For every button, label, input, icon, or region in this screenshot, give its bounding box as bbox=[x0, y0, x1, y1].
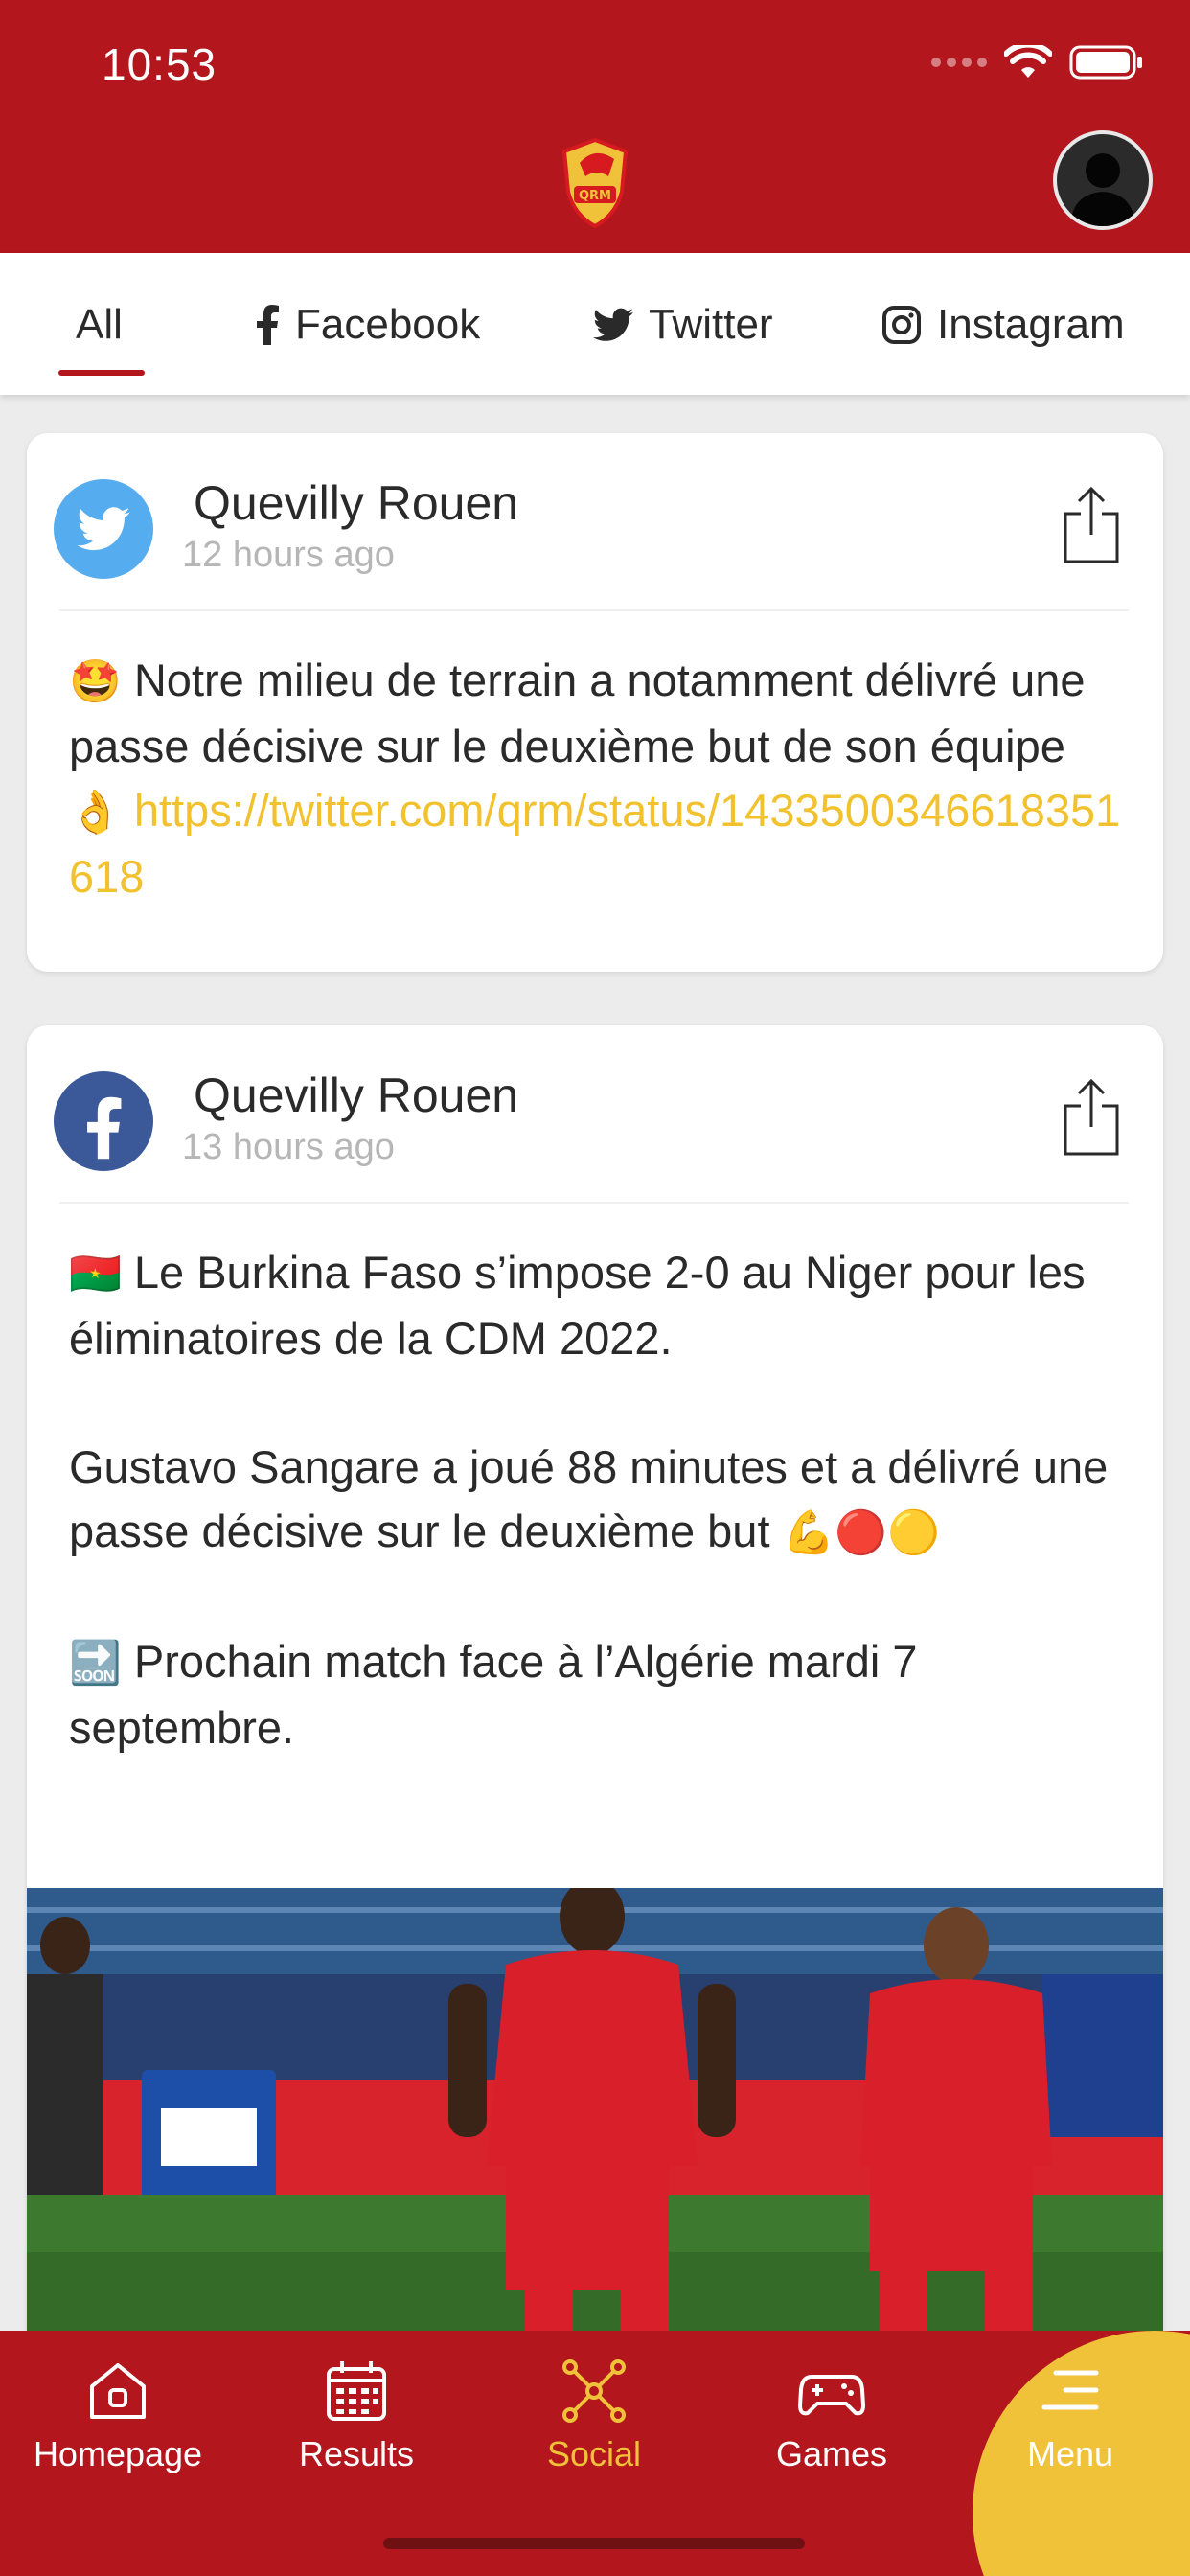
nav-games-label: Games bbox=[775, 2434, 888, 2473]
post-paragraph-2: Gustavo Sangare a joué 88 minutes et a d… bbox=[69, 1441, 1109, 1556]
status-time: 10:53 bbox=[102, 39, 217, 89]
nav-menu-label: Menu bbox=[1026, 2434, 1114, 2473]
nav-social[interactable]: Social bbox=[489, 2358, 699, 2474]
post-card-twitter[interactable]: Quevilly Rouen 12 hours ago 🤩 Notre mili… bbox=[27, 433, 1163, 972]
post-time: 12 hours ago bbox=[182, 535, 395, 575]
post-header: Quevilly Rouen 13 hours ago bbox=[27, 1025, 1163, 1204]
share-icon[interactable] bbox=[1062, 1077, 1121, 1158]
emoji-muscle-red-yellow: 💪🔴🟡 bbox=[782, 1509, 940, 1556]
post-header: Quevilly Rouen 12 hours ago bbox=[27, 433, 1163, 611]
instagram-icon bbox=[882, 306, 921, 344]
post-card-facebook[interactable]: Quevilly Rouen 13 hours ago 🇧🇫 Le Burkin… bbox=[27, 1025, 1163, 2367]
tab-instagram-label: Instagram bbox=[937, 301, 1125, 348]
emoji-flag-burkina-faso: 🇧🇫 bbox=[69, 1251, 122, 1298]
profile-avatar[interactable] bbox=[1053, 130, 1153, 230]
facebook-source-icon bbox=[54, 1071, 153, 1171]
wifi-icon bbox=[1004, 45, 1052, 78]
post-author: Quevilly Rouen bbox=[194, 476, 519, 530]
post-author: Quevilly Rouen bbox=[194, 1069, 519, 1122]
post-paragraph-3: Prochain match face à l’Algérie mardi 7 … bbox=[69, 1636, 918, 1753]
nav-homepage-label: Homepage bbox=[33, 2434, 203, 2473]
club-logo[interactable]: QRM bbox=[559, 134, 631, 230]
cellular-signal-icon bbox=[931, 58, 987, 67]
battery-icon bbox=[1069, 45, 1142, 80]
post-text: Notre milieu de terrain a notamment déli… bbox=[69, 655, 1086, 771]
twitter-icon bbox=[593, 308, 633, 341]
facebook-icon bbox=[257, 305, 279, 345]
nav-social-label: Social bbox=[546, 2434, 642, 2473]
football-players-photo bbox=[27, 1888, 1163, 2338]
tab-facebook[interactable]: Facebook bbox=[255, 301, 480, 349]
nav-menu[interactable]: Menu bbox=[965, 2358, 1176, 2474]
tab-all-label: All bbox=[76, 301, 123, 348]
tab-twitter[interactable]: Twitter bbox=[593, 301, 773, 349]
twitter-source-icon bbox=[54, 479, 153, 579]
tab-instagram[interactable]: Instagram bbox=[881, 301, 1125, 349]
emoji-star-struck: 🤩 bbox=[69, 658, 122, 705]
gamepad-icon bbox=[798, 2375, 865, 2416]
active-tab-indicator bbox=[58, 370, 145, 376]
svg-text:QRM: QRM bbox=[579, 189, 611, 203]
post-paragraph-1: Le Burkina Faso s’impose 2-0 au Niger po… bbox=[69, 1247, 1086, 1364]
home-indicator[interactable] bbox=[383, 2538, 805, 2549]
menu-icon bbox=[1041, 2370, 1099, 2410]
emoji-ok-hand: 👌 bbox=[69, 789, 122, 836]
nav-homepage[interactable]: Homepage bbox=[12, 2358, 223, 2474]
tab-twitter-label: Twitter bbox=[649, 301, 773, 348]
post-body: 🇧🇫 Le Burkina Faso s’impose 2-0 au Niger… bbox=[27, 1204, 1163, 1760]
tab-all[interactable]: All bbox=[76, 301, 123, 349]
nav-results[interactable]: Results bbox=[251, 2358, 462, 2474]
home-icon bbox=[90, 2363, 146, 2419]
app-header: 10:53 QRM bbox=[0, 0, 1190, 253]
nav-results-label: Results bbox=[298, 2434, 415, 2473]
post-divider bbox=[59, 1202, 1129, 1204]
post-photo[interactable] bbox=[27, 1888, 1163, 2338]
emoji-soon-arrow: 🔜 bbox=[69, 1640, 122, 1687]
social-filter-tabs: All Facebook Twitter Instagram bbox=[0, 253, 1190, 395]
social-network-icon bbox=[562, 2359, 626, 2423]
post-divider bbox=[59, 610, 1129, 611]
nav-games[interactable]: Games bbox=[726, 2358, 937, 2474]
status-icons bbox=[931, 44, 1144, 80]
calendar-icon bbox=[327, 2361, 386, 2421]
post-link[interactable]: https://twitter.com/qrm/status/143350034… bbox=[69, 785, 1120, 902]
tab-facebook-label: Facebook bbox=[295, 301, 481, 348]
post-time: 13 hours ago bbox=[182, 1127, 395, 1167]
post-body: 🤩 Notre milieu de terrain a notamment dé… bbox=[27, 611, 1163, 908]
share-icon[interactable] bbox=[1062, 485, 1121, 565]
user-silhouette-icon bbox=[1070, 153, 1135, 226]
